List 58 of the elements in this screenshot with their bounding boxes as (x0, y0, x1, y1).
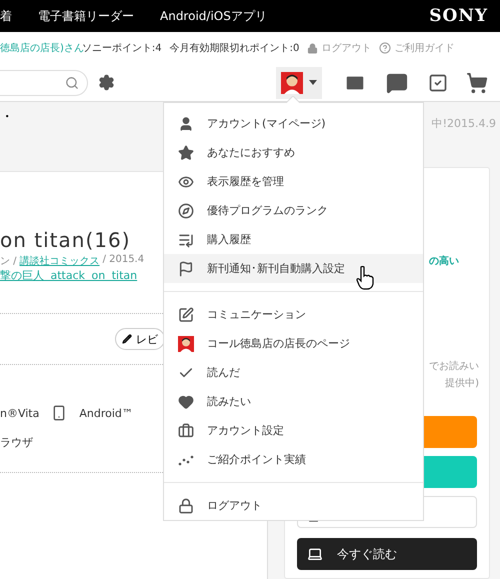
cart-button[interactable] (466, 72, 488, 94)
list-icon (178, 232, 194, 248)
expiring-points-text: 今月有効期限切れポイント:0 (170, 42, 300, 55)
menu-item[interactable]: コール徳島店の店長のページ (164, 329, 423, 358)
caret-icon (309, 80, 317, 85)
menu-item[interactable]: ご紹介ポイント実績 (164, 445, 423, 474)
read-now-button[interactable]: 今すぐ読む (297, 538, 477, 570)
menu-item[interactable]: 表示履歴を管理 (164, 167, 423, 196)
briefcase-icon (178, 422, 194, 438)
menu-item[interactable]: コミュニケーション (164, 300, 423, 329)
lock-icon (178, 498, 194, 514)
book-title: on titan(16) (0, 228, 130, 252)
nav-link[interactable]: 電子書籍リーダー (38, 8, 134, 24)
hand-cursor-icon (356, 266, 374, 290)
menu-item[interactable]: アカウント(マイページ) (164, 109, 423, 138)
note-text: でお読みい (429, 360, 480, 374)
menu-item[interactable]: 読みたい (164, 387, 423, 416)
checklist-button[interactable] (428, 72, 448, 92)
device-text: n®Vita (0, 406, 40, 420)
menu-item[interactable]: アカウント設定 (164, 416, 423, 445)
user-icon (178, 116, 194, 132)
heart-icon (178, 394, 194, 410)
help-icon (379, 42, 392, 54)
device-text: Android™ (79, 406, 133, 420)
lock-icon (307, 42, 318, 54)
nav-link[interactable]: 着 (0, 8, 12, 24)
highlight-text: の高い (429, 254, 460, 268)
settings-button[interactable] (98, 74, 115, 91)
compass-icon (178, 202, 194, 218)
account-menu-button[interactable] (276, 66, 322, 98)
points-text: ソニーポイント:4 (82, 42, 162, 55)
note-text: 提供中) (445, 376, 480, 391)
avatar-icon (178, 336, 194, 352)
header-text: ・ (0, 109, 14, 125)
edit-icon (178, 306, 194, 322)
menu-item[interactable]: あなたにおすすめ (164, 138, 423, 167)
star-icon (178, 144, 194, 160)
chat-button[interactable] (386, 72, 408, 94)
search-field[interactable] (0, 70, 88, 96)
phone-icon (51, 405, 68, 421)
pencil-icon (122, 334, 132, 344)
menu-item[interactable]: 優待プログラムのランク (164, 196, 423, 225)
menu-item[interactable]: ログアウト (164, 491, 423, 520)
notice-text: 中!2015.4.9 (432, 116, 496, 131)
dots-icon (178, 454, 194, 466)
eye-icon (178, 174, 194, 190)
nav-link[interactable]: Android/iOSアプリ (160, 8, 267, 24)
brand-logo[interactable]: SONY (429, 6, 488, 26)
device-text: ラウザ (0, 435, 34, 450)
review-button[interactable]: レビ (115, 328, 165, 350)
meta-text: ン / (0, 255, 17, 268)
avatar-icon (281, 72, 303, 94)
date-text: / 2015.4 (102, 254, 144, 267)
menu-item[interactable]: 購入履歴 (164, 225, 423, 254)
laptop-icon (307, 546, 323, 562)
flag-icon (178, 260, 194, 276)
menu-item[interactable]: 読んだ (164, 358, 423, 387)
search-icon (65, 76, 79, 90)
